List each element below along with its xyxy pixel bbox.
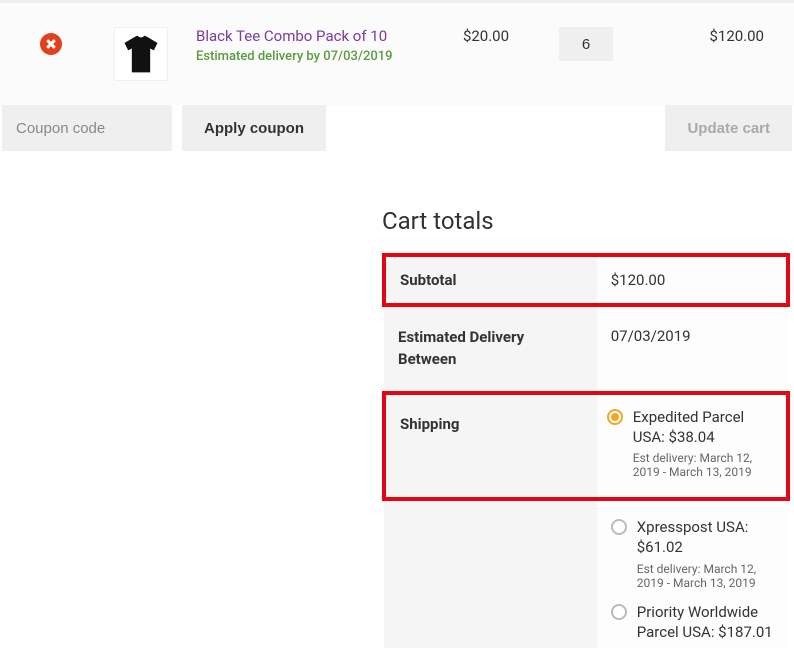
product-thumbnail[interactable] bbox=[114, 27, 168, 81]
edb-value: 07/03/2019 bbox=[597, 305, 788, 393]
shipping-radio-2[interactable] bbox=[611, 604, 627, 620]
remove-item-icon[interactable] bbox=[40, 33, 62, 55]
update-cart-button[interactable]: Update cart bbox=[665, 105, 792, 151]
apply-coupon-button[interactable]: Apply coupon bbox=[182, 105, 326, 151]
delivery-estimate: Estimated delivery by 07/03/2019 bbox=[196, 49, 436, 64]
line-total: $120.00 bbox=[636, 27, 778, 45]
edb-label: Estimated Delivery Between bbox=[384, 305, 597, 393]
shipping-option-est: Est delivery: March 12, 2019 - March 13,… bbox=[637, 562, 778, 590]
shipping-label: Shipping bbox=[384, 393, 597, 500]
shipping-option-label[interactable]: Xpresspost USA: $61.02 bbox=[637, 517, 778, 558]
subtotal-row: Subtotal $120.00 bbox=[384, 255, 788, 305]
shipping-radio-1[interactable] bbox=[611, 519, 627, 535]
shipping-option-label[interactable]: Expedited Parcel USA: $38.04 bbox=[633, 407, 778, 448]
cart-item-row: Black Tee Combo Pack of 10 Estimated del… bbox=[0, 0, 794, 105]
shipping-radio-0[interactable] bbox=[607, 409, 623, 425]
subtotal-value: $120.00 bbox=[597, 255, 788, 305]
quantity-input[interactable] bbox=[559, 27, 613, 61]
edb-row: Estimated Delivery Between 07/03/2019 bbox=[384, 305, 788, 393]
cart-totals-title: Cart totals bbox=[382, 207, 790, 235]
subtotal-label: Subtotal bbox=[384, 255, 597, 305]
cart-actions: Apply coupon Update cart bbox=[0, 105, 794, 179]
shipping-row: Shipping Expedited Parcel USA: $38.04 Est… bbox=[384, 393, 788, 500]
cart-totals: Cart totals Subtotal $120.00 Estimated D… bbox=[382, 207, 794, 648]
product-name-link[interactable]: Black Tee Combo Pack of 10 bbox=[196, 27, 436, 45]
coupon-code-input[interactable] bbox=[2, 105, 172, 151]
unit-price: $20.00 bbox=[436, 27, 536, 45]
shipping-option-est: Est delivery: March 12, 2019 - March 13,… bbox=[633, 451, 778, 479]
